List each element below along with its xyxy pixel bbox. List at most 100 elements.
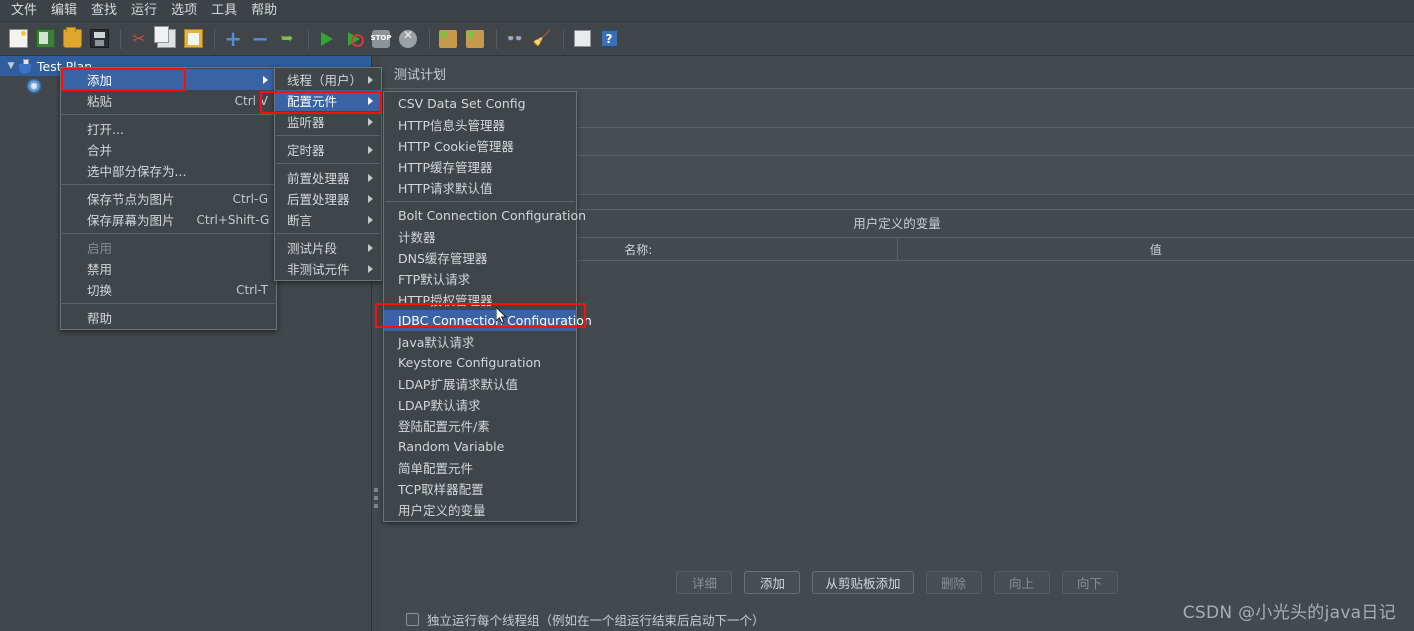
new-document-icon[interactable] (6, 27, 30, 51)
sub-timer[interactable]: 定时器 (275, 139, 381, 160)
menu-bar: 文件 编辑 查找 运行 选项 工具 帮助 (0, 0, 1414, 22)
expand-all-icon[interactable]: + (221, 27, 245, 51)
ctx-help[interactable]: 帮助 (61, 307, 276, 328)
search-reset-icon[interactable]: 🧹 (530, 27, 554, 51)
cfg-tcp-sampler-config[interactable]: TCP取样器配置 (384, 478, 576, 499)
menu-search[interactable]: 查找 (84, 1, 124, 21)
cfg-dns-cache-manager[interactable]: DNS缓存管理器 (384, 247, 576, 268)
cfg-keystore-configuration[interactable]: Keystore Configuration (384, 352, 576, 373)
menu-help[interactable]: 帮助 (244, 1, 284, 21)
chevron-right-icon (368, 75, 373, 84)
cfg-http-header-manager[interactable]: HTTP信息头管理器 (384, 114, 576, 135)
paste-icon[interactable] (181, 27, 205, 51)
cfg-user-defined-variables[interactable]: 用户定义的变量 (384, 499, 576, 520)
ctx-merge-label: 合并 (87, 143, 113, 158)
function-helper-icon[interactable] (570, 27, 594, 51)
chevron-right-icon (368, 194, 373, 203)
ctx-paste[interactable]: 粘贴 Ctrl V (61, 90, 276, 111)
cfg-java-request-defaults[interactable]: Java默认请求 (384, 331, 576, 352)
clear-all-icon[interactable] (463, 27, 487, 51)
save-icon[interactable] (87, 27, 111, 51)
cfg-simple-config-element[interactable]: 简单配置元件 (384, 457, 576, 478)
serialize-thread-groups-label: 独立运行每个线程组（例如在一个组运行结束后启动下一个） (427, 613, 765, 628)
serialize-thread-groups-checkbox[interactable] (406, 613, 419, 626)
ctx-open-label: 打开... (87, 122, 124, 137)
cfg-http-cache-manager[interactable]: HTTP缓存管理器 (384, 156, 576, 177)
cfg-random-variable[interactable]: Random Variable (384, 436, 576, 457)
cut-icon[interactable]: ✂ (127, 27, 151, 51)
collapse-all-icon[interactable]: − (248, 27, 272, 51)
cfg-label: HTTP缓存管理器 (398, 160, 493, 175)
ctx-save-node-as-image[interactable]: 保存节点为图片 Ctrl-G (61, 188, 276, 209)
ctx-save-selection-as-label: 选中部分保存为... (87, 164, 187, 179)
cfg-csv-data-set-config[interactable]: CSV Data Set Config (384, 93, 576, 114)
toggle-icon[interactable]: ➥ (275, 27, 299, 51)
open-folder-icon[interactable] (60, 27, 84, 51)
sub-listener[interactable]: 监听器 (275, 111, 381, 132)
clear-icon[interactable] (436, 27, 460, 51)
delete-button[interactable]: 删除 (925, 571, 982, 594)
toolbar-separator (120, 28, 121, 49)
sub-post-processors-label: 后置处理器 (287, 192, 350, 207)
start-icon[interactable] (315, 27, 339, 51)
templates-icon[interactable] (33, 27, 57, 51)
stop-icon[interactable]: STOP (369, 27, 393, 51)
sub-test-fragment[interactable]: 测试片段 (275, 237, 381, 258)
split-grip-icon[interactable] (374, 488, 378, 512)
detail-button[interactable]: 详细 (676, 571, 733, 594)
help-icon[interactable]: ? (597, 27, 621, 51)
copy-icon[interactable] (153, 26, 178, 51)
menu-separator (276, 135, 380, 136)
cfg-label: 登陆配置元件/素 (398, 419, 490, 434)
sub-post-processors[interactable]: 后置处理器 (275, 188, 381, 209)
move-down-button[interactable]: 向下 (1061, 571, 1118, 594)
cfg-http-request-defaults[interactable]: HTTP请求默认值 (384, 177, 576, 198)
cfg-login-config-element[interactable]: 登陆配置元件/素 (384, 415, 576, 436)
menu-tools[interactable]: 工具 (204, 1, 244, 21)
add-from-clipboard-button[interactable]: 从剪贴板添加 (812, 571, 914, 594)
sub-non-test-elements[interactable]: 非测试元件 (275, 258, 381, 279)
menu-file[interactable]: 文件 (4, 1, 44, 21)
menu-edit[interactable]: 编辑 (44, 1, 84, 21)
menu-run[interactable]: 运行 (124, 1, 164, 21)
start-no-pauses-icon[interactable] (342, 27, 366, 51)
cfg-ldap-extended-request-defaults[interactable]: LDAP扩展请求默认值 (384, 373, 576, 394)
context-menu[interactable]: 添加 粘贴 Ctrl V 打开... 合并 选中部分保存为... 保存节点为图片… (60, 67, 277, 330)
ctx-add-label: 添加 (87, 73, 113, 88)
ctx-save-screen-as-image[interactable]: 保存屏幕为图片 Ctrl+Shift-G (61, 209, 276, 230)
ctx-toggle[interactable]: 切换 Ctrl-T (61, 279, 276, 300)
cfg-http-cookie-manager[interactable]: HTTP Cookie管理器 (384, 135, 576, 156)
sub-config-element[interactable]: 配置元件 (275, 90, 381, 111)
ctx-merge[interactable]: 合并 (61, 139, 276, 160)
chevron-right-icon (368, 96, 373, 105)
cfg-counter[interactable]: 计数器 (384, 226, 576, 247)
chevron-down-icon[interactable]: ▼ (4, 61, 18, 71)
cfg-label: LDAP扩展请求默认值 (398, 377, 518, 392)
config-element-submenu[interactable]: CSV Data Set Config HTTP信息头管理器 HTTP Cook… (383, 91, 592, 522)
sub-assertions[interactable]: 断言 (275, 209, 381, 230)
column-header-value: 值 (1149, 242, 1162, 257)
cfg-ldap-request-defaults[interactable]: LDAP默认请求 (384, 394, 576, 415)
ctx-paste-shortcut: Ctrl V (234, 93, 268, 108)
cfg-http-authorization-manager[interactable]: HTTP授权管理器 (384, 289, 576, 310)
search-icon[interactable]: 👓 (503, 27, 527, 51)
cfg-ftp-request-defaults[interactable]: FTP默认请求 (384, 268, 576, 289)
menu-options[interactable]: 选项 (164, 1, 204, 21)
ctx-disable[interactable]: 禁用 (61, 258, 276, 279)
sub-pre-processors[interactable]: 前置处理器 (275, 167, 381, 188)
ctx-toggle-shortcut: Ctrl-T (236, 282, 268, 297)
ctx-open[interactable]: 打开... (61, 118, 276, 139)
shutdown-icon[interactable] (396, 27, 420, 51)
toolbar-separator (308, 28, 309, 49)
cfg-label: TCP取样器配置 (398, 482, 484, 497)
cfg-bolt-connection-configuration[interactable]: Bolt Connection Configuration (384, 205, 586, 226)
sub-threads[interactable]: 线程（用户） (275, 69, 381, 90)
add-submenu[interactable]: 线程（用户） 配置元件 监听器 定时器 前置处理器 后置处理器 断言 测试片段 … (274, 67, 382, 281)
cfg-jdbc-connection-configuration[interactable]: JDBC Connection Configuration (384, 310, 592, 331)
toolbar: ✂ + − ➥ STOP 👓 🧹 ? (0, 22, 1414, 56)
cfg-label: JDBC Connection Configuration (398, 313, 592, 328)
ctx-save-selection-as[interactable]: 选中部分保存为... (61, 160, 276, 181)
add-button[interactable]: 添加 (744, 571, 801, 594)
move-up-button[interactable]: 向上 (993, 571, 1050, 594)
ctx-add[interactable]: 添加 (61, 69, 276, 90)
